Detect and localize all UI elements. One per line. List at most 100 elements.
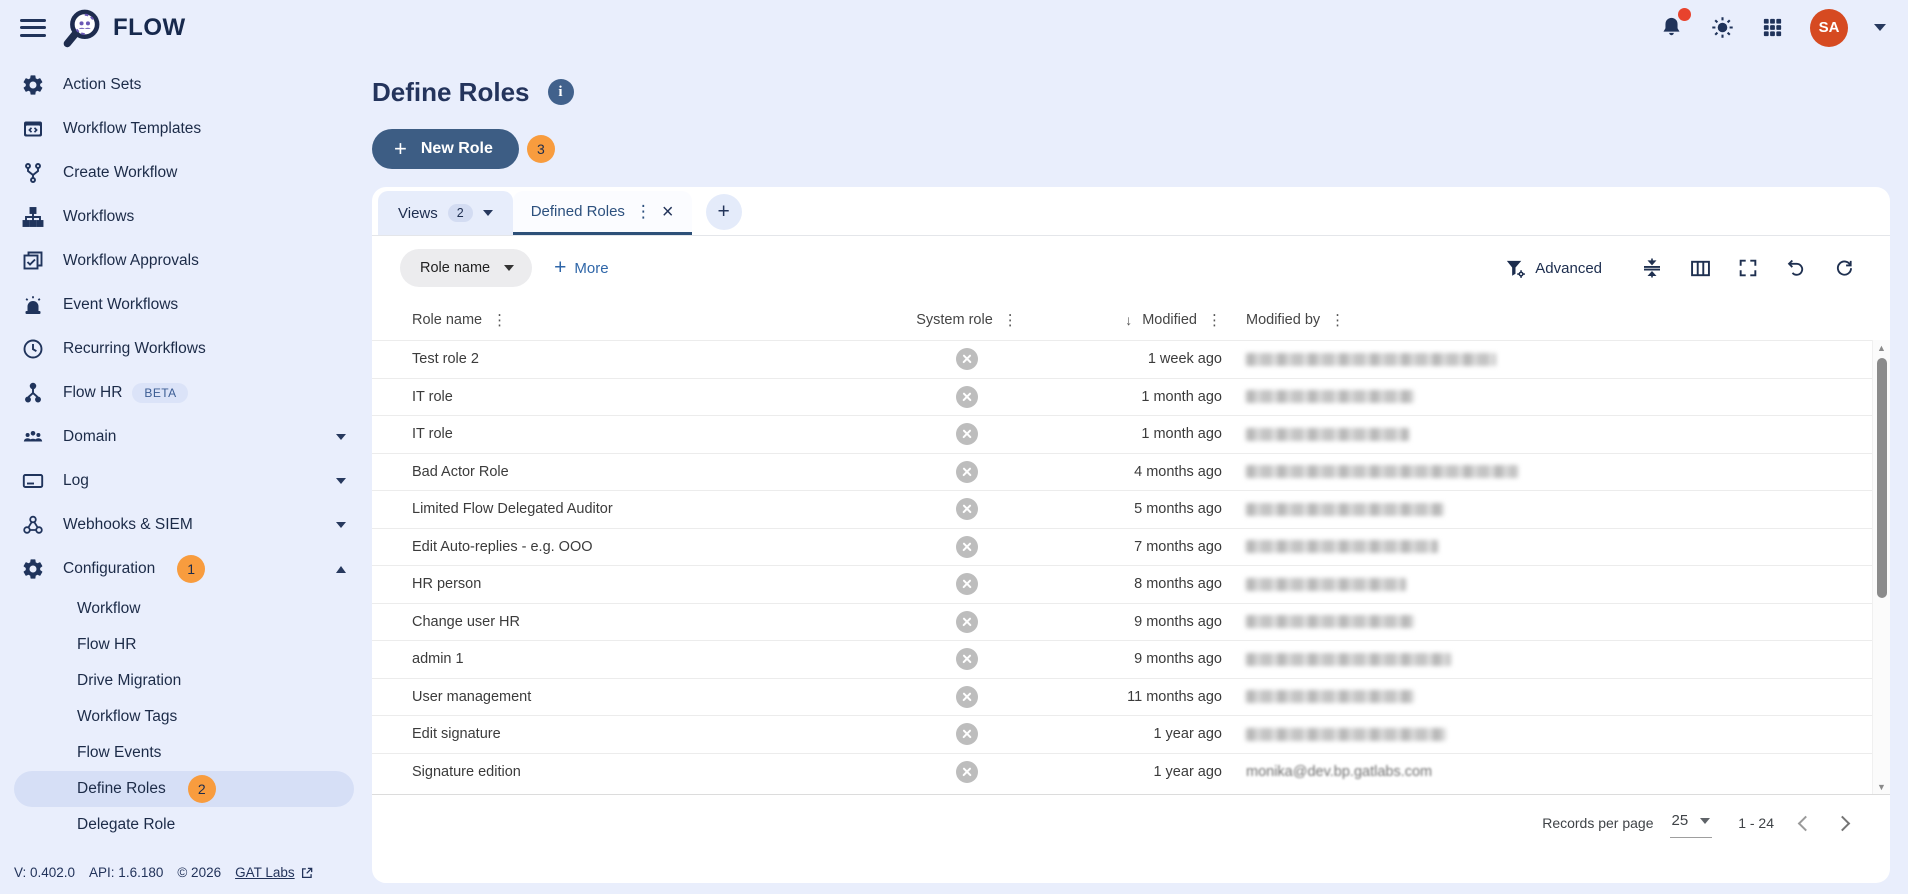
cell-modified: 11 months ago (1127, 688, 1222, 705)
cell-modified: 8 months ago (1134, 576, 1222, 593)
avatar[interactable]: SA (1810, 8, 1848, 47)
modified-by-email: monika@dev.bp.gatlabs.com (1246, 763, 1433, 780)
tab-defined-roles[interactable]: Defined Roles ⋮ × (512, 191, 692, 235)
redacted-email (1246, 390, 1414, 404)
row-density-button[interactable] (1640, 256, 1664, 280)
new-role-badge: 3 (526, 135, 555, 163)
column-kebab-icon[interactable]: ⋮ (1330, 311, 1345, 329)
apps-grid-button[interactable] (1761, 16, 1784, 39)
sidebar-item-workflows[interactable]: Workflows (0, 195, 368, 239)
views-count-badge: 2 (447, 204, 473, 222)
create-workflow-icon (21, 161, 45, 185)
table-row[interactable]: Edit Auto-replies - e.g. OOO 7 months ago (372, 527, 1890, 566)
tab-views[interactable]: Views 2 (378, 191, 513, 235)
new-role-button[interactable]: + New Role (372, 129, 519, 169)
notifications-button[interactable] (1659, 8, 1691, 40)
undo-button[interactable] (1784, 256, 1808, 280)
cell-system-role (872, 385, 1062, 408)
column-label: Role name (412, 312, 483, 328)
sidebar-item-log[interactable]: Log (0, 459, 368, 503)
more-filters-button[interactable]: + More (554, 256, 608, 280)
table-row[interactable]: User management 11 months ago (372, 677, 1890, 716)
plus-icon: + (554, 256, 567, 279)
table-row[interactable]: IT role 1 month ago (372, 415, 1890, 453)
cell-modified-by (1222, 727, 1850, 741)
sidebar-item-configuration[interactable]: Configuration 1 (0, 547, 368, 591)
sidebar-subitem-workflow[interactable]: Workflow (14, 591, 354, 627)
sidebar-nav: Action Sets Workflow Templates Create Work… (0, 63, 368, 843)
role-name-filter-chip[interactable]: Role name (400, 249, 533, 287)
column-header-role-name[interactable]: Role name ⋮ (412, 311, 872, 329)
tab-close-icon[interactable]: × (662, 202, 674, 222)
sidebar-item-domain[interactable]: Domain (0, 415, 368, 459)
beta-badge: BETA (132, 383, 189, 403)
x-circle-icon (956, 460, 978, 483)
sidebar-subitem-drive-migration[interactable]: Drive Migration (14, 663, 354, 699)
records-per-page-select[interactable]: 25 (1669, 808, 1713, 838)
column-header-system-role[interactable]: System role ⋮ (872, 311, 1062, 329)
column-header-modified[interactable]: ↓ Modified ⋮ (1062, 311, 1222, 329)
sidebar-item-recurring-workflows[interactable]: Recurring Workflows (0, 327, 368, 371)
create-workflow-icon (20, 160, 46, 186)
sidebar-item-workflow-templates[interactable]: Workflow Templates (0, 107, 368, 151)
refresh-button[interactable] (1832, 256, 1856, 280)
workflow-templates-icon (21, 117, 45, 141)
event-workflows-icon (21, 293, 45, 317)
copyright-text: © 2026 (177, 865, 222, 880)
sidebar-item-action-sets[interactable]: Action Sets (0, 63, 368, 107)
recurring-workflows-icon (21, 337, 45, 361)
vertical-scrollbar[interactable]: ▲ ▼ (1872, 340, 1890, 794)
cell-system-role (872, 723, 1062, 746)
sidebar-subitem-define-roles[interactable]: Define Roles 2 (14, 771, 354, 807)
table-row[interactable]: Bad Actor Role 4 months ago (372, 452, 1890, 491)
cell-system-role (872, 460, 1062, 483)
hamburger-menu-icon[interactable] (20, 18, 46, 37)
previous-page-button[interactable] (1797, 815, 1814, 831)
sidebar-subitem-label: Workflow (77, 600, 141, 617)
log-icon (21, 469, 45, 493)
cell-modified: 7 months ago (1134, 538, 1222, 555)
tab-kebab-icon[interactable]: ⋮ (635, 203, 652, 220)
manage-columns-button[interactable] (1688, 256, 1712, 280)
column-kebab-icon[interactable]: ⋮ (1003, 311, 1018, 329)
column-kebab-icon[interactable]: ⋮ (492, 311, 507, 329)
sidebar-subitem-workflow-tags[interactable]: Workflow Tags (14, 699, 354, 735)
cell-modified-by (1222, 615, 1850, 629)
gat-labs-link[interactable]: GAT Labs (235, 865, 314, 880)
table-row[interactable]: Limited Flow Delegated Auditor 5 months a… (372, 490, 1890, 528)
advanced-filter-button[interactable]: Advanced (1504, 257, 1602, 280)
scroll-up-arrow-icon[interactable]: ▲ (1877, 340, 1886, 356)
table-row[interactable]: IT role 1 month ago (372, 377, 1890, 416)
cell-system-role (872, 423, 1062, 446)
scroll-down-arrow-icon[interactable]: ▼ (1877, 779, 1886, 794)
sidebar-item-webhooks-siem[interactable]: Webhooks & SIEM (0, 503, 368, 547)
roles-table: Role name ⋮ System role ⋮ ↓ Modified ⋮ M… (372, 300, 1890, 795)
column-header-modified-by[interactable]: Modified by ⋮ (1222, 311, 1850, 329)
info-icon[interactable]: i (547, 79, 574, 105)
table-row[interactable]: Signature edition 1 year ago monika@dev.bp… (372, 752, 1890, 791)
table-row[interactable]: Edit signature 1 year ago (372, 715, 1890, 753)
column-kebab-icon[interactable]: ⋮ (1207, 311, 1222, 329)
fullscreen-button[interactable] (1736, 256, 1760, 280)
apps-grid-icon (1761, 16, 1784, 39)
add-tab-button[interactable]: + (705, 194, 742, 230)
table-row[interactable]: Test role 2 1 week ago (372, 340, 1890, 378)
sort-desc-icon: ↓ (1125, 312, 1133, 328)
sidebar-item-workflow-approvals[interactable]: Workflow Approvals (0, 239, 368, 283)
sidebar-subitem-flow-hr[interactable]: Flow HR (14, 627, 354, 663)
next-page-button[interactable] (1834, 815, 1851, 831)
sidebar-item-create-workflow[interactable]: Create Workflow (0, 151, 368, 195)
chevron-down-icon[interactable] (1874, 24, 1886, 31)
table-row[interactable]: HR person 8 months ago (372, 565, 1890, 603)
cell-modified: 5 months ago (1134, 501, 1222, 518)
sidebar-subitem-flow-events[interactable]: Flow Events (14, 735, 354, 771)
table-row[interactable]: Change user HR 9 months ago (372, 602, 1890, 641)
theme-toggle-button[interactable] (1710, 15, 1735, 40)
sidebar-subitem-delegate-role[interactable]: Delegate Role (14, 807, 354, 843)
sidebar-item-flow-hr[interactable]: Flow HR BETA (0, 371, 368, 415)
sidebar-item-event-workflows[interactable]: Event Workflows (0, 283, 368, 327)
sidebar-subitem-label: Flow Events (77, 744, 162, 761)
table-row[interactable]: admin 1 9 months ago (372, 640, 1890, 678)
cell-modified-by (1222, 652, 1850, 666)
scrollbar-thumb[interactable] (1876, 358, 1887, 598)
